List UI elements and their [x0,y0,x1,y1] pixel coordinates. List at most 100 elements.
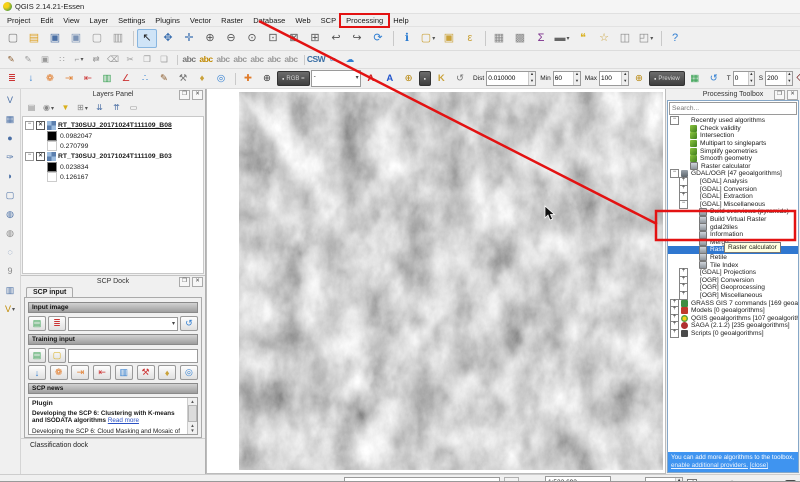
add-mssql-layer-button[interactable]: ◗ [1,168,19,184]
filter-expression-button[interactable]: ⊞ [75,101,90,115]
max-spinbox[interactable]: ▲▼ [599,71,629,86]
add-postgis-layer-button[interactable]: ● [1,130,19,146]
scp-magnifier-button[interactable]: ⊕ [400,71,418,87]
add-wcs-layer-button[interactable]: ◍ [1,225,19,241]
tree-expander-icon[interactable]: − [679,200,688,209]
layer-visibility-button[interactable]: ◉ [41,101,56,115]
measure-button[interactable]: ▬ [552,29,572,48]
scp-edit-image-button[interactable]: ▥ [98,71,116,87]
statistical-summary-button[interactable]: Σ [531,29,551,48]
map-tips-button[interactable]: ❝ [573,29,593,48]
toolbox-tree-item[interactable]: + SAGA (2.1.2) [235 geoalgorithms] [668,322,798,330]
select-by-expression-button[interactable]: ε [460,29,480,48]
add-delimited-text-button[interactable]: 9 [1,263,19,279]
metasearch-button[interactable]: CSW [308,53,324,67]
toolbox-tree-item[interactable]: Smooth geometry [668,155,798,163]
toolbox-tree-item[interactable]: + [OGR] Miscellaneous [668,292,798,300]
zoom-to-selection-button[interactable]: ⊠ [284,29,304,48]
toolbox-tree-item[interactable]: Retile [668,254,798,262]
scp-zoom-plus-a-button[interactable]: A [362,71,380,87]
save-layer-edits-button[interactable]: ▣ [37,53,53,67]
scp-undo-button[interactable]: ↺ [451,71,469,87]
new-bookmark-button[interactable]: ☆ [594,29,614,48]
add-raster-layer-button[interactable]: ▦ [1,111,19,127]
current-edits-button[interactable]: ✎ [3,53,19,67]
toolbox-tree-item[interactable]: Check validity [668,125,798,133]
menu-item-edit[interactable]: Edit [35,15,58,26]
scp-pointer-button[interactable]: ✚ [239,71,257,87]
layer-row[interactable]: RT_T30SUJ_20171024T111109_B03 [25,151,201,162]
scp-bracket-button[interactable]: K [432,71,450,87]
save-project-as-button[interactable]: ▣ [66,29,86,48]
rgb-composite-button[interactable]: RGB = [277,71,310,86]
scp-dock-export-button[interactable]: ⇤ [93,365,111,380]
scp-tools-button[interactable]: ❁ [41,71,59,87]
enable-providers-link[interactable]: enable additional providers. [671,462,748,469]
scp-settings-tools-button[interactable]: ⚒ [174,71,192,87]
menu-item-view[interactable]: View [58,15,84,26]
training-input-field[interactable] [68,349,198,363]
scp-delete-signature-button[interactable]: ⌫ [794,71,800,87]
t-spinbox[interactable]: ▲▼ [733,71,755,86]
scp-redo-button[interactable]: ↺ [705,71,723,87]
scp-input-tab[interactable]: SCP input [26,287,73,297]
news-scrollbar[interactable]: ▲ ▲ ▼ [187,398,197,434]
toolbox-tree-item[interactable]: Intersection [668,132,798,140]
deselect-features-button[interactable]: ▣ [439,29,459,48]
attribute-table-button[interactable]: ▦ [489,29,509,48]
label-change-button[interactable]: abc [283,53,299,67]
labeling-button[interactable]: abc [181,53,197,67]
new-shapefile-layer-button[interactable]: ▥ [1,282,19,298]
pan-map-button[interactable]: ✥ [158,29,178,48]
text-annotation-button[interactable]: ◰ [636,29,656,48]
t-input[interactable] [734,72,748,85]
open-training-button[interactable]: ▤ [28,348,46,363]
toolbox-tree-item[interactable]: Multipart to singleparts [668,140,798,148]
scp-zoom-minus-a-button[interactable]: A [381,71,399,87]
s-spinbox[interactable]: ▲▼ [765,71,793,86]
scp-dock-weights-button[interactable]: ♦ [158,365,176,380]
show-bookmarks-button[interactable]: ◫ [615,29,635,48]
zoom-last-button[interactable]: ↩ [326,29,346,48]
close-message-link[interactable]: [close] [750,462,768,469]
zoom-in-button[interactable]: ⊕ [200,29,220,48]
layer-expander-icon[interactable] [25,121,34,130]
coordinate-input[interactable] [344,477,500,482]
menu-item-scp[interactable]: SCP [316,15,341,26]
zoom-full-button[interactable]: ⊡ [263,29,283,48]
menu-item-settings[interactable]: Settings [113,15,150,26]
tree-expander-icon[interactable]: − [670,116,679,125]
band-combo[interactable]: - [311,70,361,87]
label-lock-button[interactable]: abc [232,53,248,67]
toolbox-tree-item[interactable]: + QGIS geoalgorithms [107 geoalgorithms] [668,314,798,322]
scale-combo[interactable]: 1:532,692 [545,476,611,482]
scroll-down-icon[interactable]: ▼ [190,428,194,433]
menu-item-layer[interactable]: Layer [84,15,113,26]
paste-features-button[interactable]: ❏ [156,53,172,67]
min-spinbox[interactable]: ▲▼ [553,71,581,86]
save-project-button[interactable]: ▣ [45,29,65,48]
layer-expander-icon[interactable] [25,152,34,161]
layer-row[interactable]: RT_T30SUJ_20171024T111109_B08 [25,120,201,131]
new-composer-button[interactable]: ▢ [87,29,107,48]
collapse-all-button[interactable]: ⇈ [109,101,124,115]
toolbox-tree-item[interactable]: − [GDAL] Miscellaneous [668,201,798,209]
close-panel-icon[interactable]: ✕ [787,90,798,100]
toolbox-tree-item[interactable]: + GRASS GIS 7 commands [169 geoalgorithm… [668,299,798,307]
scp-export-button[interactable]: ⇤ [79,71,97,87]
toolbox-tree-item[interactable]: Raster calculator [668,163,798,171]
menu-item-plugins[interactable]: Plugins [150,15,185,26]
tree-expander-icon[interactable]: + [670,329,679,338]
refresh-image-list-button[interactable]: ↺ [180,316,198,331]
new-project-button[interactable]: ▢ [3,29,23,48]
expand-all-button[interactable]: ⇊ [92,101,107,115]
new-layer-dropdown-button[interactable]: V [1,301,19,317]
cut-features-button[interactable]: ✂ [122,53,138,67]
rotation-spinbox[interactable]: ▲▼ [645,477,683,482]
label-pin-button[interactable]: abc [198,53,214,67]
s-input[interactable] [766,72,786,85]
float-panel-icon[interactable]: ❐ [774,90,785,100]
scp-dock-import-button[interactable]: ⇥ [71,365,89,380]
scp-import-button[interactable]: ⇥ [60,71,78,87]
classification-dock-tab[interactable]: Classification dock [21,438,205,452]
